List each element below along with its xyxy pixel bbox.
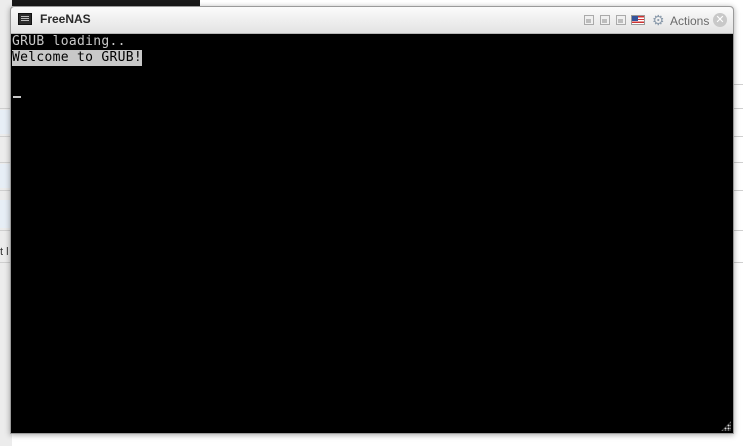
restore-icon[interactable]: [600, 15, 610, 25]
console-line: GRUB loading..: [12, 34, 126, 49]
console-window: FreeNAS ⚙ Actions ✕ GRUB loading.. Welco…: [10, 6, 734, 434]
resize-grip-icon[interactable]: [721, 421, 731, 431]
flag-icon[interactable]: [631, 15, 645, 25]
console-screen[interactable]: GRUB loading.. Welcome to GRUB!: [11, 34, 733, 433]
console-icon: [18, 13, 32, 25]
window-title: FreeNAS: [40, 12, 91, 26]
maximize-icon[interactable]: [616, 15, 626, 25]
actions-menu[interactable]: Actions: [670, 14, 709, 28]
text-cursor: [13, 96, 21, 98]
gear-icon[interactable]: ⚙: [652, 13, 665, 27]
window-titlebar[interactable]: FreeNAS ⚙ Actions ✕: [11, 7, 733, 34]
console-line-highlighted: Welcome to GRUB!: [12, 50, 143, 66]
minimize-icon[interactable]: [584, 15, 594, 25]
close-icon[interactable]: ✕: [713, 13, 727, 27]
